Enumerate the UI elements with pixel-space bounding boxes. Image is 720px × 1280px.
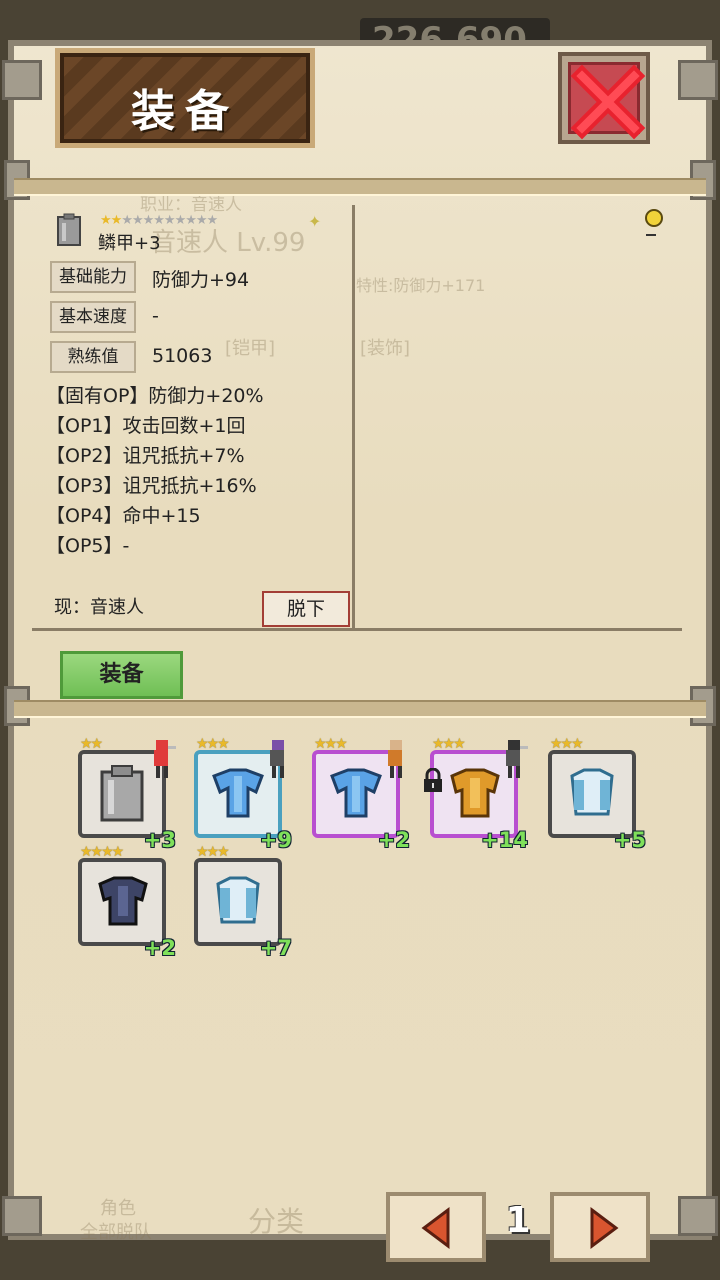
dark-armor-icon: [98, 876, 148, 926]
unequip-button[interactable]: 脱下: [262, 591, 350, 627]
proficiency-value: 51063: [152, 345, 213, 367]
prev-page-button[interactable]: [386, 1192, 486, 1262]
item-stars: ★★★: [196, 736, 230, 752]
title-plate: 装备: [55, 48, 315, 148]
red-hero-icon: [154, 740, 176, 778]
equip-button[interactable]: 装备: [60, 651, 183, 699]
option-line: 【OP5】-: [46, 535, 130, 557]
base-speed-value: -: [152, 305, 159, 327]
base-ability-value: 防御力+94: [152, 269, 250, 291]
arrow-left-icon: [421, 1207, 450, 1249]
inventory-item[interactable]: ★★★ +5: [548, 736, 646, 852]
item-stars: ★★★: [432, 736, 466, 752]
arrow-right-icon: [590, 1207, 619, 1249]
option-line: 【OP1】攻击回数+1回: [46, 415, 246, 437]
item-plus: +7: [259, 936, 292, 960]
dark-hero-icon: [506, 740, 528, 778]
proficiency-label: 熟练值: [50, 341, 136, 373]
close-icon: [570, 64, 646, 140]
bg-trait-label: 特性:防御力+171: [356, 276, 486, 295]
inventory-item[interactable]: ★★★ +14: [424, 736, 528, 852]
bg-all-leave-label: 全部脱队: [80, 1222, 152, 1243]
base-speed-label: 基本速度: [50, 301, 136, 333]
page-title: 装备: [131, 86, 239, 137]
section-divider: [32, 628, 682, 631]
rarity-stars: ★★★★★★★★★★★: [100, 213, 218, 228]
page-number: 1: [505, 1200, 531, 1241]
column-divider: [352, 205, 355, 630]
bg-category-label: 分类: [248, 1205, 305, 1238]
white-robe-icon: [216, 876, 260, 924]
option-line: 【固有OP】防御力+20%: [46, 385, 264, 407]
item-plus: +2: [143, 936, 176, 960]
current-wearer: 现：音速人: [54, 597, 144, 618]
gray-armor-icon: [100, 765, 144, 822]
inventory-item[interactable]: ★★★ +9: [194, 736, 292, 852]
item-plus: +5: [613, 828, 646, 852]
item-stars: ★★★: [314, 736, 348, 752]
sparkle-icon: ✦: [308, 212, 322, 231]
item-plus: +9: [259, 828, 292, 852]
inventory-item[interactable]: ★★ +3: [78, 736, 176, 852]
option-line: 【OP4】命中+15: [46, 505, 201, 527]
lock-icon: [424, 768, 442, 792]
item-detail: ★★★★★★★★★★★ ✦ 鳞甲+3 基础能力 防御力+94 基本速度 - 熟练…: [38, 205, 354, 629]
next-page-button[interactable]: [550, 1192, 650, 1262]
bg-role-label: 角色: [100, 1198, 136, 1219]
frame-corner: [678, 60, 718, 100]
frame-corner: [678, 1196, 718, 1236]
item-plus: +14: [481, 828, 528, 852]
item-plus: +2: [377, 828, 410, 852]
item-stars: ★★: [80, 736, 103, 752]
monk-hero-icon: [388, 740, 402, 778]
item-name: 鳞甲+3: [98, 233, 161, 254]
purple-hero-icon: [270, 740, 284, 778]
base-ability-label: 基础能力: [50, 261, 136, 293]
frame-divider: [14, 700, 706, 718]
close-button[interactable]: [558, 52, 650, 144]
frame-corner: [2, 1196, 42, 1236]
item-stars: ★★★: [550, 736, 584, 752]
option-line: 【OP2】诅咒抵抗+7%: [46, 445, 245, 467]
armor-icon: [56, 213, 82, 247]
inventory-item[interactable]: ★★★ +2: [312, 736, 410, 852]
item-stars: ★★★★: [80, 844, 124, 860]
inventory-item[interactable]: ★★★ +7: [194, 844, 292, 960]
option-line: 【OP3】诅咒抵抗+16%: [46, 475, 257, 497]
frame-divider: [14, 178, 706, 196]
award-icon: [624, 208, 664, 248]
white-robe-icon: [570, 768, 614, 816]
bg-accessory-tab: [装饰]: [360, 338, 411, 359]
frame-corner: [2, 60, 42, 100]
item-stars: ★★★: [196, 844, 230, 860]
inventory-item[interactable]: ★★★★ +2: [78, 844, 176, 960]
item-plus: +3: [143, 828, 176, 852]
